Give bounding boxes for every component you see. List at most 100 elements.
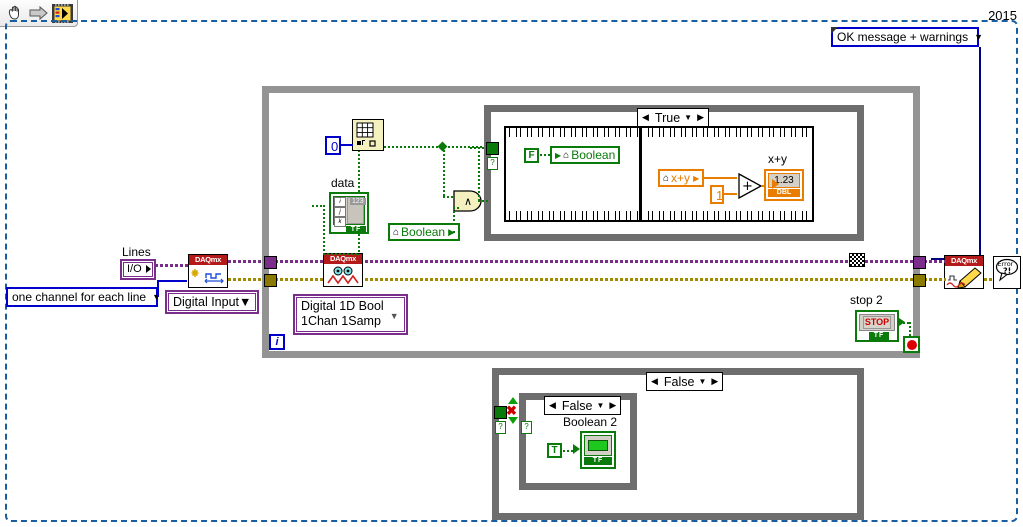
wire-lines-to-create [155,264,189,267]
chevron-down-icon[interactable]: ▼ [597,401,608,410]
false-case-outer-selector-terminal[interactable]: ? [495,421,506,434]
svg-text:∧: ∧ [464,195,472,208]
daqmx-header-label: DAQmx [189,255,227,265]
false-case-inner-selector[interactable]: ◀ False ▼ ▶ [544,396,622,415]
boolean2-arrow-icon [573,444,580,454]
array-type-tag: 123 [350,198,366,205]
array-index-j: j [334,207,346,217]
false-constant-true-case[interactable]: F [524,148,539,163]
wire-index-down [443,146,445,196]
read-mode-ring[interactable]: Digital 1D Bool 1Chan 1Samp ▼ [293,294,408,335]
daqmx-create-channel-node[interactable]: DAQmx [188,254,228,288]
daqmx-read-node[interactable]: DAQmx [323,253,363,287]
loop-tunnel-task-left[interactable] [264,256,277,269]
next-case-icon[interactable]: ▶ [695,112,706,123]
digital-input-label: Digital Input [173,295,240,309]
loop-tunnel-task-right[interactable] [913,256,926,269]
wire-error-to-clear [924,278,946,281]
home-icon: ⌂ [663,172,670,184]
data-label: data [331,176,355,190]
sequence-top-notches [506,128,812,137]
data-array-indicator[interactable]: i j k 123 TF [329,192,369,234]
broken-wire-up-arrow-icon [508,397,518,404]
next-case-icon[interactable]: ▶ [709,376,720,387]
wire-read-data-vert2 [323,205,325,255]
stop-button-text: STOP [863,316,891,329]
loop-iteration-terminal: i [269,334,285,350]
boolean-terminal-outer-label: Boolean [401,225,446,239]
wire-ring-to-error-vert [979,47,981,260]
false-case-outer-selector[interactable]: ◀ False ▼ ▶ [646,372,724,391]
wire-f-to-boolean [540,154,551,156]
sequence-frame-divider [639,128,642,220]
ring-corner-marker [831,27,838,34]
true-case-selector[interactable]: ◀ True ▼ ▶ [637,108,710,127]
io-constant[interactable]: I/O [120,259,156,280]
xy-indicator-arrow-icon [772,179,779,189]
index-constant[interactable]: 0 [325,136,341,155]
loop-tunnel-error-left[interactable] [264,274,277,287]
next-case-icon[interactable]: ▶ [607,400,618,411]
chevron-down-icon: ▼ [239,295,252,309]
digital-input-ring[interactable]: Digital Input ▼ [165,290,260,314]
loop-tunnel-error-right[interactable] [913,274,926,287]
array-index-i: i [334,197,346,207]
numeric-constant-one[interactable]: 1 [710,185,724,204]
boolean2-tag: TF [584,457,612,465]
wire-channelmode-vert [157,280,159,297]
wire-channelmode-horz [157,280,187,282]
prev-case-icon[interactable]: ◀ [547,400,558,411]
wire-one-to-add [724,193,737,195]
true-case-selector-label: True [654,110,681,125]
stop-label: stop 2 [850,293,883,307]
error-handler-ring-group[interactable]: OK message + warnings ▼ [831,27,983,47]
wire-index-constant [341,144,353,146]
false-case-outer-tunnel[interactable] [494,406,507,419]
boolean-terminal-true-case-label: Boolean [571,148,616,162]
true-case-tunnel-data[interactable] [486,142,499,155]
boolean2-indicator[interactable]: TF [580,431,616,469]
broken-wire-icon: ✖ [506,403,517,418]
loop-stop-terminal[interactable] [903,336,920,353]
wire-read-data-horz [323,253,359,255]
boolean-terminal-outer[interactable]: ⌂ Boolean ▶ [388,223,461,241]
xy-indicator-label: x+y [768,152,788,166]
and-gate-node[interactable]: ∧ [452,189,486,218]
chevron-down-icon[interactable]: ▼ [699,377,710,386]
error-message-ring[interactable]: OK message + warnings ▼ [831,27,983,47]
daqmx-clear-header-label: DAQmx [945,256,983,266]
index-array-node[interactable] [352,119,384,151]
arrow-right-icon: ▶ [555,150,562,160]
false-case-inner-selector-terminal[interactable]: ? [521,421,532,434]
boolean-terminal-true-case[interactable]: ▶ ⌂ Boolean [550,146,621,164]
prev-case-icon[interactable]: ◀ [649,376,660,387]
error-message-ring-label: OK message + warnings [837,30,969,44]
stop-button-tag: TF [869,332,889,340]
false-case-outer-selector-label: False [663,374,695,389]
chevron-down-icon: ▼ [389,311,399,321]
home-icon: ⌂ [563,149,570,161]
chevron-down-icon[interactable]: ▼ [684,113,695,122]
wire-and-in-top [443,196,455,198]
prev-case-icon[interactable]: ◀ [640,112,651,123]
io-constant-arrow-icon [145,265,151,273]
true-constant-false-case[interactable]: T [547,443,562,458]
wire-data-branch [312,205,324,207]
daqmx-clear-task-node[interactable]: DAQmx [944,255,984,289]
wire-bool-stub [453,231,455,233]
add-function-node[interactable]: + [737,172,765,205]
xy-terminal[interactable]: ⌂ x+y ▶ [658,169,705,187]
xy-terminal-label: x+y [671,171,691,185]
xy-indicator[interactable]: 1.23 DBL [764,169,804,201]
stop-button[interactable]: STOP TF [855,310,899,342]
array-index-k: k [334,217,346,227]
svg-text:+: + [742,179,753,194]
wire-error-in-loop [275,278,915,281]
simple-error-handler-node[interactable]: Error ?! [993,256,1021,289]
wire-task-in-loop [275,260,915,263]
chevron-down-icon: ▼ [974,31,983,42]
true-case-selector-terminal[interactable]: ? [487,157,498,170]
channel-mode-ring[interactable]: one channel for each line ▼ [6,287,161,307]
wire-into-case-sel-v [478,147,480,201]
daqmx-read-header-label: DAQmx [324,254,362,264]
